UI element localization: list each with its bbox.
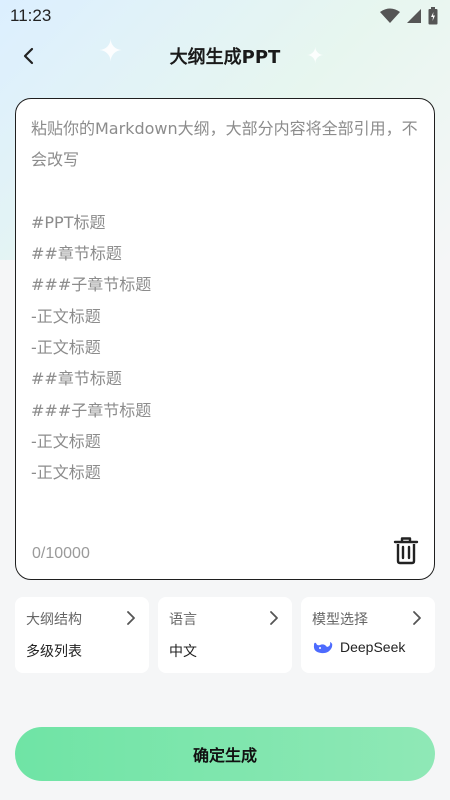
generate-button-label: 确定生成 (192, 746, 257, 765)
chevron-right-icon (413, 611, 421, 625)
chevron-left-icon (23, 47, 34, 65)
chevron-right-icon (270, 611, 278, 625)
deepseek-whale-icon (313, 642, 333, 654)
option-value: DeepSeek (340, 639, 406, 655)
clear-button[interactable] (392, 535, 420, 565)
page-header: 大纲生成PPT (0, 32, 450, 80)
page-title: 大纲生成PPT (169, 47, 281, 68)
signal-icon (407, 9, 421, 23)
confirm-generate-button[interactable]: 确定生成 (15, 727, 435, 781)
char-count: 0/10000 (32, 545, 90, 562)
option-label: 模型选择 (312, 612, 368, 628)
model-option[interactable]: 模型选择 DeepSeek (301, 597, 435, 673)
outline-input-box[interactable]: 粘贴你的Markdown大纲，大部分内容将全部引用，不会改写 #PPT标题 ##… (15, 98, 435, 580)
status-time: 11:23 (10, 6, 52, 25)
option-label: 语言 (169, 612, 197, 628)
outline-structure-option[interactable]: 大纲结构 多级列表 (15, 597, 149, 673)
option-value-row: DeepSeek (312, 639, 405, 655)
battery-icon (428, 7, 438, 25)
option-value: 多级列表 (26, 644, 82, 660)
option-label: 大纲结构 (26, 612, 82, 628)
back-button[interactable] (14, 42, 42, 70)
status-bar: 11:23 (0, 0, 450, 32)
status-icons (380, 7, 438, 25)
option-value: 中文 (169, 644, 197, 660)
trash-icon (393, 537, 419, 565)
chevron-right-icon (127, 611, 135, 625)
wifi-icon (380, 8, 400, 23)
outline-textarea-placeholder[interactable]: 粘贴你的Markdown大纲，大部分内容将全部引用，不会改写 #PPT标题 ##… (31, 113, 423, 513)
language-option[interactable]: 语言 中文 (158, 597, 292, 673)
